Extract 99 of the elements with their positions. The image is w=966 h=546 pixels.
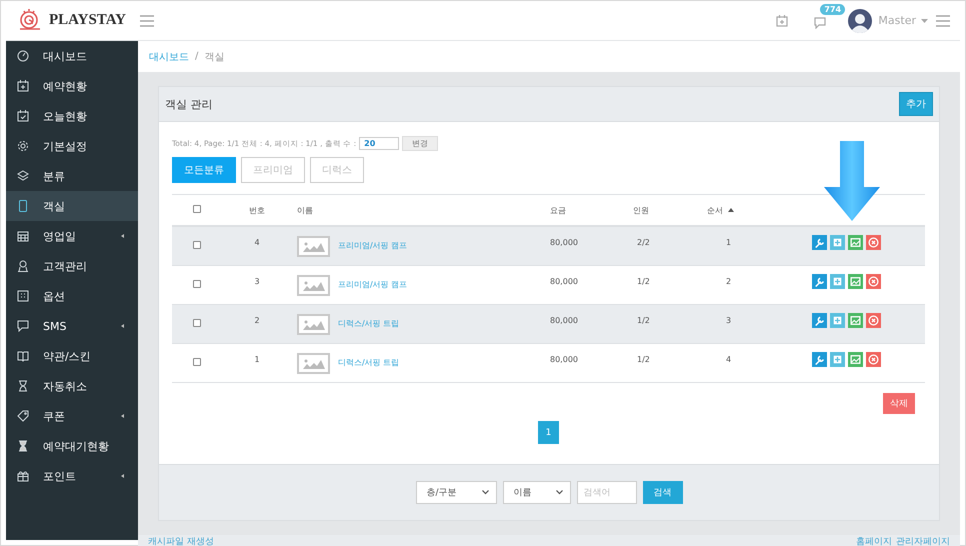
sidebar-item[interactable]: 대시보드 xyxy=(6,41,138,71)
menu-icon[interactable] xyxy=(140,14,154,26)
breadcrumb-separator: / xyxy=(195,51,198,62)
calendar-icon xyxy=(17,80,29,92)
table-cell: 2 xyxy=(254,316,260,324)
gauge-icon xyxy=(17,50,29,62)
sidebar-item[interactable]: 쿠폰 xyxy=(6,401,138,431)
close-icon xyxy=(866,274,881,288)
sidebar-item[interactable]: 영업일 xyxy=(6,221,138,251)
table-cell: 80,000 xyxy=(550,276,578,286)
chevron-down-icon xyxy=(556,490,562,495)
table-cell: 2 xyxy=(726,276,732,286)
calendar-check-icon xyxy=(17,110,29,122)
table-cell: 1 xyxy=(726,238,732,246)
hourglass-icon xyxy=(17,440,29,452)
select-field[interactable]: 층/구분 xyxy=(416,481,496,504)
row-checkbox[interactable] xyxy=(193,280,201,288)
add-button[interactable] xyxy=(830,234,845,250)
table-cell: 80,000 xyxy=(550,238,578,246)
table-cell: 80,000 xyxy=(550,354,578,364)
image-button[interactable] xyxy=(848,312,863,328)
image-placeholder-icon xyxy=(297,236,330,256)
add-button[interactable] xyxy=(830,274,845,288)
change-button[interactable]: 변경 xyxy=(402,136,438,151)
layers-icon xyxy=(17,170,29,182)
select-field[interactable]: 이름 xyxy=(502,481,570,504)
table-cell: 1/2 xyxy=(637,354,650,364)
table-cell: 3 xyxy=(726,316,732,324)
sidebar-item[interactable]: 기본설정 xyxy=(6,131,138,161)
column-header: 이름 xyxy=(297,206,313,214)
book-icon xyxy=(17,350,29,362)
checkbox[interactable] xyxy=(193,204,201,212)
image-button[interactable] xyxy=(848,274,863,288)
grid-icon xyxy=(17,290,29,302)
caret-icon[interactable] xyxy=(921,18,928,22)
row-checkbox[interactable] xyxy=(193,358,201,366)
image-placeholder-icon xyxy=(297,352,330,374)
edit-button[interactable] xyxy=(812,234,827,250)
table-cell: 3 xyxy=(254,276,260,286)
hourglass-icon xyxy=(17,380,29,392)
tablet-icon xyxy=(17,200,29,212)
image-button[interactable] xyxy=(848,234,863,250)
message-icon xyxy=(17,320,29,332)
user-icon xyxy=(17,260,29,272)
table-cell: 4 xyxy=(254,238,260,246)
sidebar-item[interactable]: 약관/스킨 xyxy=(6,341,138,371)
table-cell: 80,000 xyxy=(550,316,578,324)
sidebar-item[interactable]: 예약대기현황 xyxy=(6,431,138,461)
chat-icon[interactable] xyxy=(814,16,826,28)
table-cell: 4 xyxy=(726,354,732,364)
sidebar-item[interactable]: 옵션 xyxy=(6,281,138,311)
sidebar-item[interactable]: SMS xyxy=(6,311,138,341)
sidebar-item[interactable]: 자동취소 xyxy=(6,371,138,401)
column-header[interactable]: 순서 xyxy=(707,206,723,214)
sidebar-item[interactable]: 포인트 xyxy=(6,461,138,491)
search-field[interactable]: 검색어 xyxy=(576,481,636,504)
calendar-grid-icon xyxy=(17,230,29,242)
add-button[interactable] xyxy=(830,352,845,366)
chevron-down-icon xyxy=(482,490,488,495)
calendar-icon[interactable] xyxy=(776,14,788,26)
per-page-field[interactable]: 20 xyxy=(359,137,400,150)
sidebar-item[interactable]: 고객관리 xyxy=(6,251,138,281)
brand-name: PLAYSTAY xyxy=(49,12,126,29)
column-header: 인원 xyxy=(633,206,649,214)
image-placeholder-icon xyxy=(297,274,330,296)
row-checkbox[interactable] xyxy=(193,318,201,326)
card-title: 객실 관리 xyxy=(165,96,212,112)
notification-badge: 774 xyxy=(820,4,846,14)
avatar-icon[interactable] xyxy=(848,8,872,32)
close-button[interactable] xyxy=(866,234,881,250)
close-icon xyxy=(866,312,881,328)
table-cell: 1 xyxy=(254,354,260,364)
sidebar-item[interactable]: 분류 xyxy=(6,161,138,191)
close-button[interactable] xyxy=(866,312,881,328)
edit-button[interactable] xyxy=(812,312,827,328)
gift-icon xyxy=(17,470,29,482)
sidebar-item[interactable]: 예약현황 xyxy=(6,71,138,101)
column-header: 요금 xyxy=(550,206,566,214)
breadcrumb-item: 객실 xyxy=(204,50,224,64)
sort-icon[interactable] xyxy=(728,208,734,212)
menu-icon[interactable] xyxy=(936,14,950,26)
edit-button[interactable] xyxy=(812,352,827,366)
sidebar-item[interactable]: 객실 xyxy=(6,191,138,221)
close-icon xyxy=(866,352,881,366)
close-button[interactable] xyxy=(866,352,881,366)
row-checkbox[interactable] xyxy=(193,240,201,248)
close-icon xyxy=(866,234,881,250)
close-button[interactable] xyxy=(866,274,881,288)
column-header: 번호 xyxy=(249,206,265,214)
image-placeholder-icon xyxy=(297,314,330,334)
table-cell: 1/2 xyxy=(637,316,650,324)
add-button[interactable] xyxy=(830,312,845,328)
table-cell: 2/2 xyxy=(637,238,650,246)
gear-icon xyxy=(17,140,29,152)
edit-button[interactable] xyxy=(812,274,827,288)
tag-icon xyxy=(17,410,29,422)
table-cell: 1/2 xyxy=(637,276,650,286)
image-button[interactable] xyxy=(848,352,863,366)
sidebar-item[interactable]: 오늘현황 xyxy=(6,101,138,131)
